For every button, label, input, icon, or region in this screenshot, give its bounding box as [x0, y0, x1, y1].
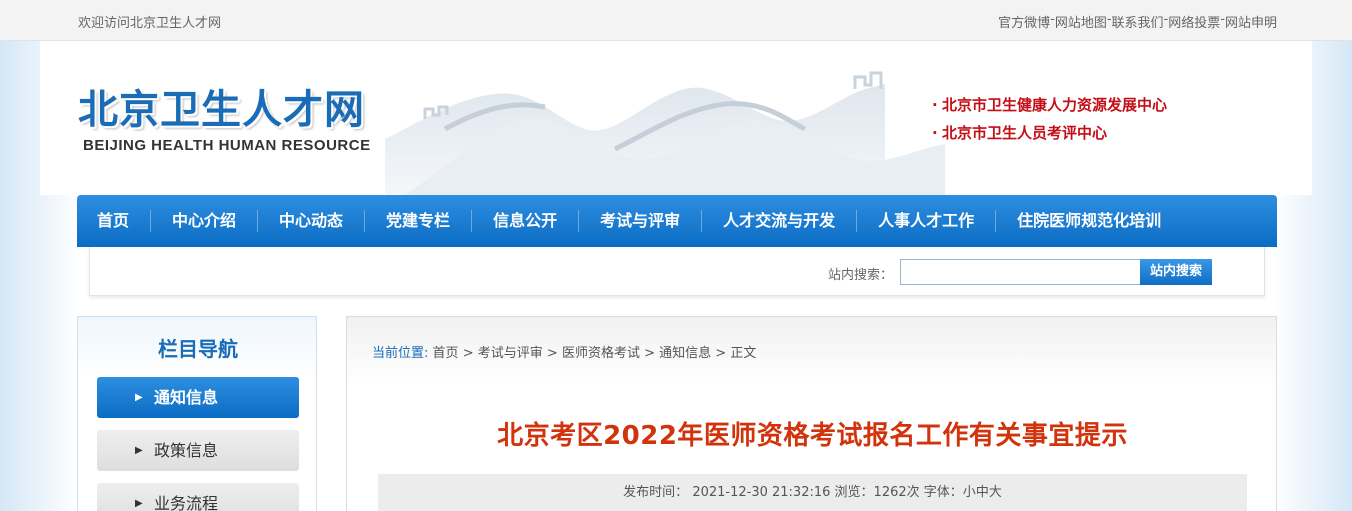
great-wall-banner-image	[385, 71, 945, 195]
nav-item-home[interactable]: 首页	[77, 195, 150, 247]
breadcrumb-notices[interactable]: 通知信息	[659, 346, 711, 361]
search-input[interactable]	[900, 259, 1142, 285]
sidebar-item-label: 通知信息	[154, 388, 219, 407]
link-sitemap[interactable]: 网站地图	[1055, 12, 1107, 31]
chevron-right-icon: ▶	[135, 498, 143, 509]
nav-item-party[interactable]: 党建专栏	[365, 195, 471, 247]
bullet-icon: ·	[932, 96, 938, 114]
sidebar-item-policy[interactable]: ▶ 政策信息	[97, 430, 299, 471]
breadcrumb-current: 正文	[730, 346, 757, 361]
main-content: 当前位置: 首页 > 考试与评审 > 医师资格考试 > 通知信息 > 正文 北京…	[346, 316, 1277, 511]
breadcrumb-prefix: 当前位置:	[372, 346, 429, 361]
link-statement[interactable]: 网站申明	[1225, 12, 1277, 31]
views-label: 浏览：	[834, 485, 874, 500]
font-size-large-button[interactable]: 大	[989, 485, 1002, 500]
welcome-text: 欢迎访问北京卫生人才网	[78, 16, 222, 31]
site-logo[interactable]: 北京卫生人才网	[78, 77, 365, 135]
chevron-right-icon: ▶	[135, 445, 143, 456]
org-list: · 北京市卫生健康人力资源发展中心 · 北京市卫生人员考评中心	[932, 91, 1167, 147]
breadcrumb: 当前位置: 首页 > 考试与评审 > 医师资格考试 > 通知信息 > 正文	[372, 342, 756, 361]
search-label: 站内搜索：	[828, 268, 894, 283]
org-item[interactable]: · 北京市卫生人员考评中心	[932, 119, 1167, 147]
sidebar-item-label: 政策信息	[154, 441, 219, 460]
main-nav: 首页 中心介绍 中心动态 党建专栏 信息公开 考试与评审 人才交流与开发 人事人…	[77, 195, 1277, 247]
site-header: 北京卫生人才网 BEIJING HEALTH HUMAN RESOURCE · 北…	[40, 41, 1312, 195]
font-size-label: 字体：	[923, 485, 963, 500]
nav-item-disclosure[interactable]: 信息公开	[472, 195, 578, 247]
sidebar-item-notices[interactable]: ▶ 通知信息	[97, 377, 299, 418]
font-size-medium-button[interactable]: 中	[976, 485, 989, 500]
chevron-right-icon: ▶	[135, 392, 143, 403]
sidebar-title: 栏目导航	[158, 337, 238, 361]
nav-item-about[interactable]: 中心介绍	[151, 195, 257, 247]
font-size-small-button[interactable]: 小	[963, 485, 976, 500]
sidebar-item-process[interactable]: ▶ 业务流程	[97, 483, 299, 511]
nav-item-news[interactable]: 中心动态	[258, 195, 364, 247]
views-count: 1262次	[873, 485, 920, 500]
link-contact[interactable]: 联系我们	[1112, 12, 1164, 31]
breadcrumb-exams[interactable]: 考试与评审	[478, 346, 543, 361]
link-vote[interactable]: 网络投票	[1168, 12, 1220, 31]
breadcrumb-home[interactable]: 首页	[433, 346, 459, 361]
top-bar: 欢迎访问北京卫生人才网 官方微博 - 网站地图 - 联系我们 - 网络投票 - …	[0, 0, 1352, 41]
nav-item-hr-work[interactable]: 人事人才工作	[857, 195, 995, 247]
sidebar-item-label: 业务流程	[154, 494, 219, 511]
nav-item-residency-training[interactable]: 住院医师规范化培训	[996, 195, 1182, 247]
breadcrumb-physician-exam[interactable]: 医师资格考试	[562, 346, 640, 361]
org-item[interactable]: · 北京市卫生健康人力资源发展中心	[932, 91, 1167, 119]
breadcrumb-separator: >	[715, 346, 727, 361]
nav-item-exams[interactable]: 考试与评审	[579, 195, 701, 247]
search-button[interactable]: 站内搜索	[1140, 259, 1212, 285]
publish-label: 发布时间：	[623, 485, 689, 500]
bullet-icon: ·	[932, 124, 938, 142]
top-links: 官方微博 - 网站地图 - 联系我们 - 网络投票 - 网站申明	[998, 12, 1277, 31]
site-logo-english: BEIJING HEALTH HUMAN RESOURCE	[83, 137, 371, 154]
search-bar: 站内搜索： 站内搜索	[89, 247, 1265, 296]
breadcrumb-separator: >	[644, 346, 655, 361]
publish-time: 2021-12-30 21:32:16	[692, 485, 831, 500]
article-meta: 发布时间： 2021-12-30 21:32:16 浏览：1262次 字体：小中…	[378, 474, 1247, 511]
article-title: 北京考区2022年医师资格考试报名工作有关事宜提示	[497, 421, 1128, 451]
breadcrumb-separator: >	[462, 346, 474, 361]
sidebar: 栏目导航 ▶ 通知信息 ▶ 政策信息 ▶ 业务流程	[77, 316, 317, 511]
link-weibo[interactable]: 官方微博	[998, 12, 1050, 31]
breadcrumb-separator: >	[546, 346, 558, 361]
nav-item-talent-exchange[interactable]: 人才交流与开发	[702, 195, 856, 247]
